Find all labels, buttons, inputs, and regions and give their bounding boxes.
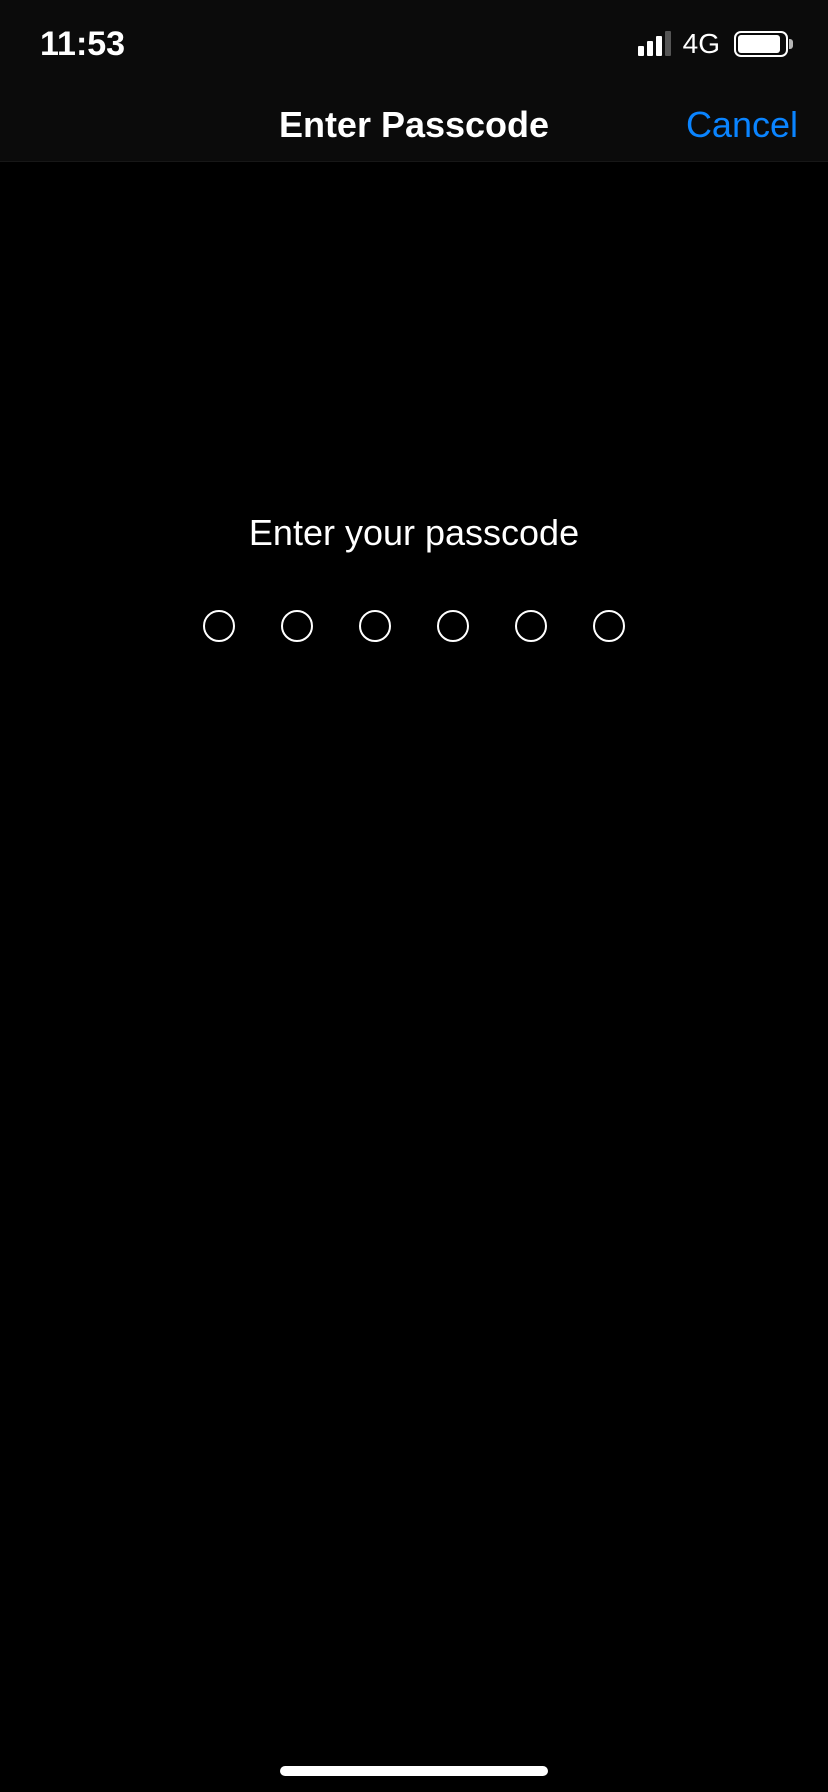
cancel-button[interactable]: Cancel — [686, 104, 798, 146]
passcode-dot — [203, 610, 235, 642]
home-indicator[interactable] — [280, 1766, 548, 1776]
status-right: 4G — [638, 28, 788, 60]
passcode-dot — [281, 610, 313, 642]
battery-icon — [734, 31, 788, 57]
nav-title: Enter Passcode — [279, 104, 549, 146]
passcode-input[interactable] — [203, 610, 625, 642]
passcode-dot — [593, 610, 625, 642]
passcode-dot — [437, 610, 469, 642]
network-label: 4G — [683, 28, 720, 60]
passcode-dot — [515, 610, 547, 642]
signal-strength-icon — [638, 32, 671, 56]
status-time: 11:53 — [40, 25, 125, 64]
status-bar: 11:53 4G — [0, 0, 828, 88]
nav-bar: Enter Passcode Cancel — [0, 88, 828, 162]
content-area: Enter your passcode — [0, 162, 828, 642]
passcode-prompt: Enter your passcode — [249, 512, 579, 554]
passcode-dot — [359, 610, 391, 642]
